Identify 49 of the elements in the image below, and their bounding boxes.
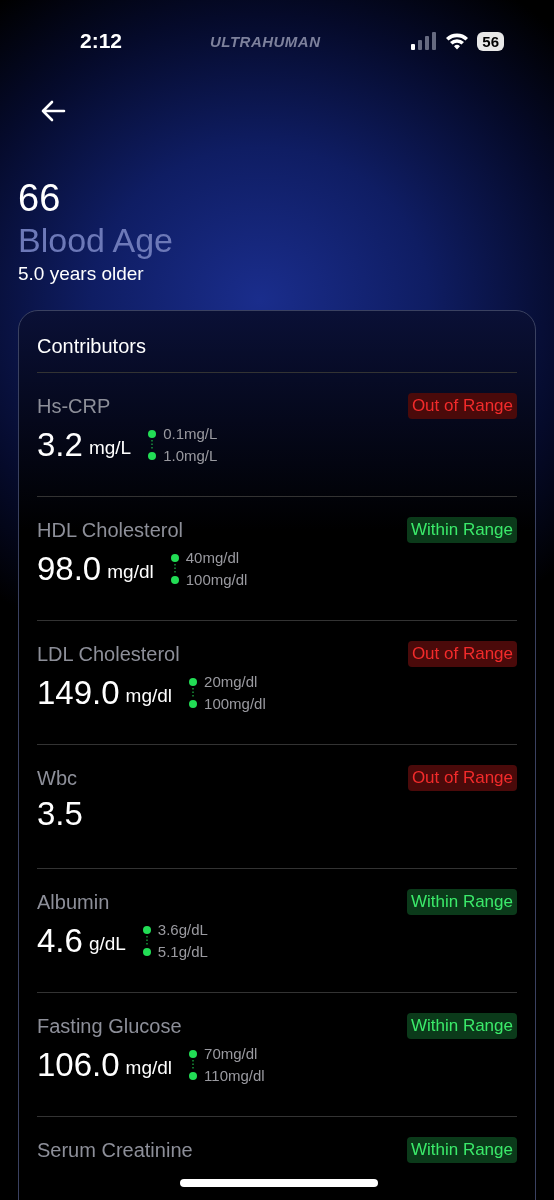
age-difference: 5.0 years older <box>18 262 145 286</box>
unit-label: g/dL <box>88 933 126 955</box>
range-status-badge: Within Range <box>406 1137 517 1163</box>
unit-label: mg/L <box>88 437 132 459</box>
biomarker-name: Fasting Glucose <box>37 1014 182 1038</box>
biomarker-name: Serum Creatinine <box>37 1138 193 1162</box>
biomarker-value: 3.5 <box>37 795 83 833</box>
range-high: 1.0mg/L <box>163 446 218 466</box>
biomarker-name: HDL Cholesterol <box>37 518 183 542</box>
range-status-badge: Within Range <box>406 517 517 543</box>
range-status-badge: Within Range <box>406 1013 517 1039</box>
range-dots-icon <box>141 925 152 957</box>
biomarker-name: Wbc <box>37 766 77 790</box>
unit-label: mg/dl <box>107 561 154 583</box>
range-high: 5.1g/dL <box>157 942 208 962</box>
status-time: 2:12 <box>80 29 124 53</box>
biomarker-value: 149.0 <box>37 674 120 712</box>
biomarker-value: 4.6 <box>37 922 83 960</box>
unit-label: mg/dl <box>125 685 173 707</box>
wifi-icon <box>445 32 470 50</box>
biomarker-name: Albumin <box>37 890 110 914</box>
battery-indicator: 56 <box>477 31 504 51</box>
range-dots-icon <box>188 1049 199 1081</box>
range-dots-icon <box>188 677 199 709</box>
biomarker-value: 106.0 <box>37 1046 120 1084</box>
range-high: 100mg/dl <box>204 694 266 714</box>
biomarker-value: 98.0 <box>37 550 102 588</box>
unit-label: mg/dl <box>125 1057 173 1079</box>
range-dots-icon <box>147 429 158 461</box>
range-status-badge: Out of Range <box>407 641 517 667</box>
range-low: 0.1mg/L <box>163 424 218 444</box>
range-low: 3.6g/dL <box>157 920 208 940</box>
biomarker-name: Hs-CRP <box>37 394 111 418</box>
range-status-badge: Out of Range <box>407 765 517 791</box>
brand-logo: ULTRAHUMAN <box>210 32 322 50</box>
biomarker-name: LDL Cholesterol <box>37 642 180 666</box>
range-low: 40mg/dl <box>185 548 241 568</box>
range-high: 110mg/dl <box>204 1066 265 1086</box>
range-low: 20mg/dl <box>204 672 259 692</box>
range-low: 70mg/dl <box>204 1044 259 1064</box>
blood-age-title: Blood Age <box>18 220 175 260</box>
range-status-badge: Within Range <box>406 889 517 915</box>
range-high: 100mg/dl <box>185 570 248 590</box>
biomarker-value: 3.2 <box>37 426 83 464</box>
range-dots-icon <box>169 553 180 585</box>
signal-icon <box>411 32 438 50</box>
range-status-badge: Out of Range <box>407 393 517 419</box>
blood-age-value: 66 <box>18 176 62 220</box>
section-title: Contributors <box>37 311 517 373</box>
